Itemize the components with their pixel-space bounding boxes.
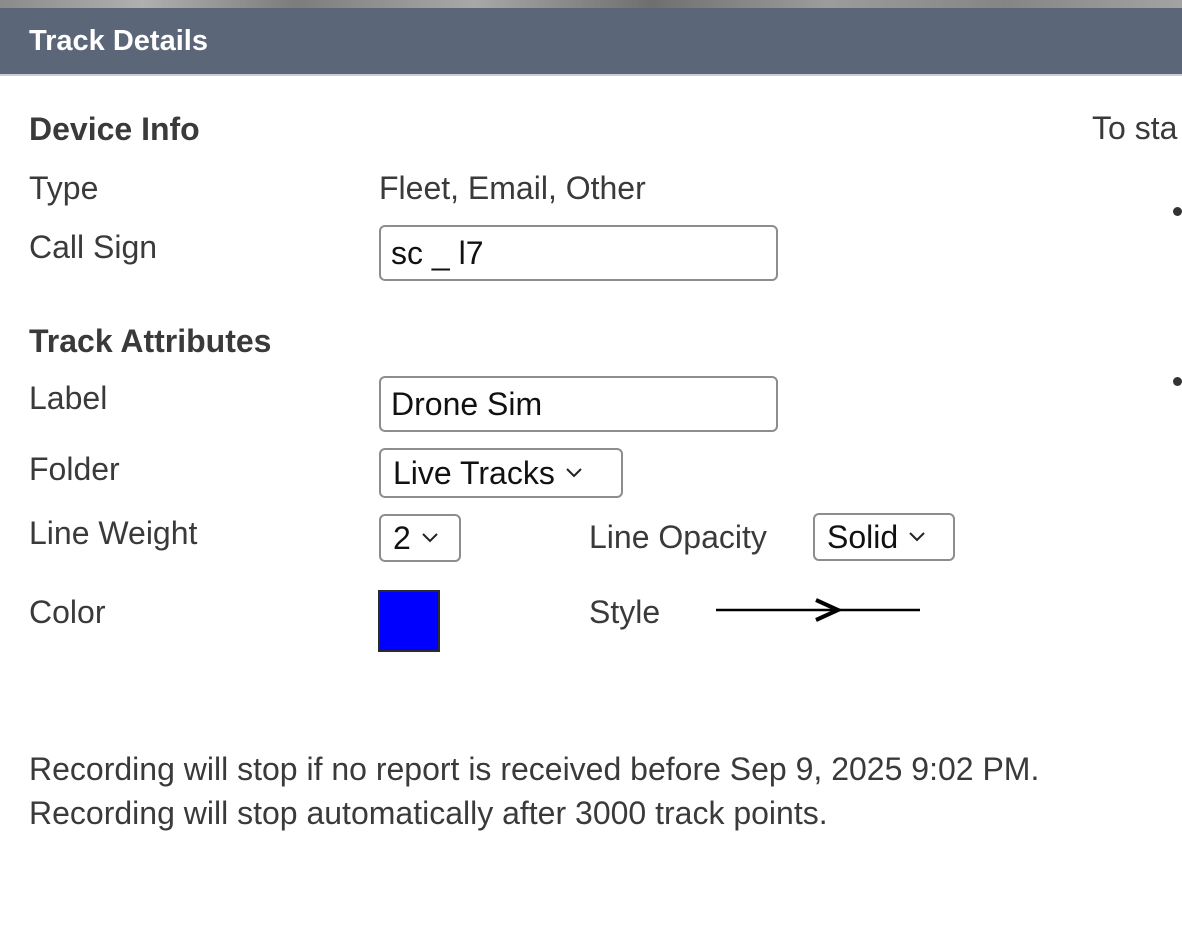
recording-stop-note: Recording will stop if no report is rece… xyxy=(29,751,1040,787)
instructions-text: To sta xyxy=(1092,110,1178,146)
chevron-down-icon xyxy=(909,532,925,542)
type-label: Type xyxy=(29,170,99,206)
folder-select[interactable]: Live Tracks xyxy=(379,448,623,498)
arrow-line-icon[interactable] xyxy=(714,594,922,626)
label-input[interactable] xyxy=(379,376,778,432)
track-attributes-heading: Track Attributes xyxy=(29,323,272,359)
line-opacity-select[interactable]: Solid xyxy=(813,513,955,561)
chevron-down-icon xyxy=(422,533,438,543)
label-field-label: Label xyxy=(29,380,108,416)
line-weight-label: Line Weight xyxy=(29,515,198,551)
chevron-down-icon xyxy=(566,468,582,478)
call-sign-input[interactable] xyxy=(379,225,778,281)
line-opacity-label: Line Opacity xyxy=(589,519,767,555)
bullet-marker xyxy=(1173,377,1182,386)
dialog-title: Track Details xyxy=(29,25,208,57)
line-weight-select[interactable]: 2 xyxy=(379,514,461,562)
line-opacity-selected-value: Solid xyxy=(827,518,899,555)
dialog-titlebar: Track Details xyxy=(0,8,1182,76)
color-label: Color xyxy=(29,594,106,630)
line-weight-selected-value: 2 xyxy=(393,519,411,556)
recording-limit-note: Recording will stop automatically after … xyxy=(29,795,828,831)
device-info-heading: Device Info xyxy=(29,111,200,147)
type-value: Fleet, Email, Other xyxy=(379,170,646,206)
call-sign-label: Call Sign xyxy=(29,229,158,265)
folder-label: Folder xyxy=(29,451,120,487)
style-label: Style xyxy=(589,594,661,630)
background-map-strip xyxy=(0,0,1182,8)
color-swatch[interactable] xyxy=(378,590,440,652)
bullet-marker xyxy=(1173,207,1182,216)
folder-selected-value: Live Tracks xyxy=(393,454,555,491)
